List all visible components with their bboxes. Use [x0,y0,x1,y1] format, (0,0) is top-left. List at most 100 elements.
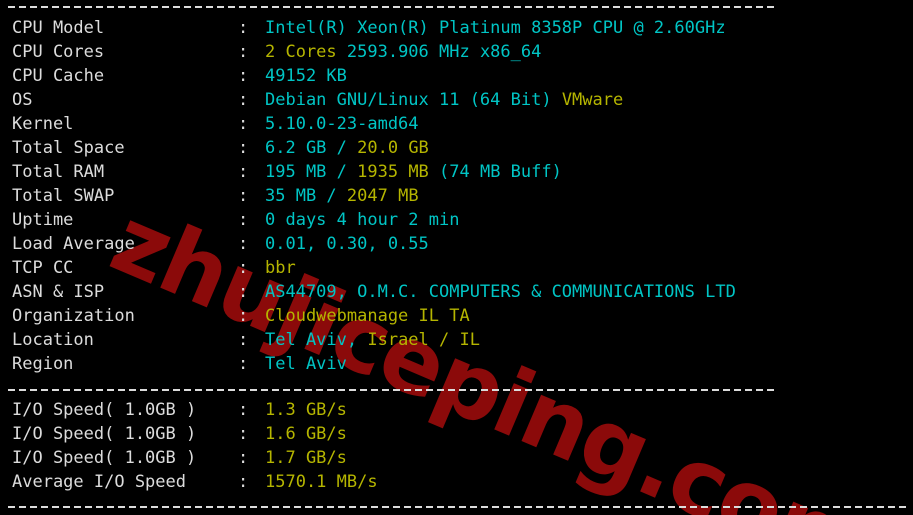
system-info-value-segment: 5.10.0-23-amd64 [265,114,419,134]
system-info-label: CPU Model [12,18,105,38]
system-info-value: Tel Aviv [265,352,347,376]
system-info-colon: : [238,234,249,254]
io-speed-row: I/O Speed( 1.0GB ):1.6 GB/s [0,422,913,446]
io-speed-value-segment: 1570.1 MB/s [265,472,378,492]
system-info-colon: : [238,90,249,110]
system-info-label: OS [12,90,33,110]
system-info-colon: : [238,186,249,206]
system-info-colon: : [238,114,249,134]
system-info-value-segment: Cloudwebmanage IL TA [265,306,470,326]
system-info-label: Load Average [12,234,135,254]
system-info-value: Tel Aviv, Israel / IL [265,328,480,352]
system-info-value-segment: bbr [265,258,296,278]
system-info-row: Total Space:6.2 GB / 20.0 GB [0,136,913,160]
system-info-value: 35 MB / 2047 MB [265,184,419,208]
system-info-row: Organization: Cloudwebmanage IL TA [0,304,913,328]
system-info-value-segment: 0 days 4 hour 2 min [265,210,460,230]
system-info-value-segment: 2047 MB [346,186,419,206]
system-info-colon: : [238,162,249,182]
system-info-value: 0.01, 0.30, 0.55 [265,232,429,256]
system-info-value-segment: VMware [561,90,624,110]
system-info-value: 0 days 4 hour 2 min [265,208,459,232]
system-info-value-segment: 2593.906 MHz x86_64 [346,42,542,62]
system-info-value-segment: 195 MB [265,162,337,182]
separator-middle-rule [8,389,776,391]
system-info-value-segment: / [326,186,347,206]
io-speed-row: I/O Speed( 1.0GB ):1.7 GB/s [0,446,913,470]
system-info-value-segment: 20.0 GB [357,138,429,158]
system-info-value-segment: Tel Aviv, [265,330,368,350]
separator-middle [8,389,776,391]
system-info-value-segment: Tel Aviv [265,354,347,374]
system-info-value: Cloudwebmanage IL TA [265,304,470,328]
system-info-value: Debian GNU/Linux 11 (64 Bit) VMware [265,88,623,112]
system-info-value-segment: 6.2 GB [265,138,337,158]
system-info-row: Total RAM:195 MB / 1935 MB (74 MB Buff) [0,160,913,184]
system-info-value: 2 Cores 2593.906 MHz x86_64 [265,40,541,64]
system-info-row: CPU Cache:49152 KB [0,64,913,88]
separator-top-rule [8,6,776,8]
system-info-list: CPU Model: Intel(R) Xeon(R) Platinum 8358… [0,16,913,376]
system-info-label: TCP CC [12,258,74,278]
io-speed-value: 1570.1 MB/s [265,470,378,494]
system-info-value: 195 MB / 1935 MB (74 MB Buff) [265,160,562,184]
io-speed-colon: : [238,472,249,492]
io-speed-value: 1.6 GB/s [265,422,347,446]
system-info-value-segment: AS44709, O.M.C. COMPUTERS & COMMUNICATIO… [265,282,736,302]
system-info-value: Intel(R) Xeon(R) Platinum 8358P CPU @ 2.… [265,16,726,40]
separator-top [8,6,776,8]
system-info-value: 49152 KB [265,64,347,88]
system-info-colon: : [238,138,249,158]
io-speed-value-segment: 1.6 GB/s [265,424,347,444]
system-info-row: Kernel:5.10.0-23-amd64 [0,112,913,136]
system-info-row: TCP CC: bbr [0,256,913,280]
system-info-value: 6.2 GB / 20.0 GB [265,136,429,160]
system-info-colon: : [238,42,249,62]
system-info-colon: : [238,258,249,278]
system-info-value-segment: 1935 MB [357,162,440,182]
system-info-row: Location: Tel Aviv, Israel / IL [0,328,913,352]
io-results-list: I/O Speed( 1.0GB ):1.3 GB/s I/O Speed( 1.… [0,398,913,494]
system-info-label: CPU Cache [12,66,105,86]
system-info-row: Total SWAP:35 MB / 2047 MB [0,184,913,208]
io-speed-colon: : [238,424,249,444]
system-info-row: ASN & ISP: AS44709, O.M.C. COMPUTERS & CO… [0,280,913,304]
io-speed-colon: : [238,448,249,468]
system-info-colon: : [238,18,249,38]
system-info-value-segment: 2 Cores [265,42,347,62]
system-info-label: Total RAM [12,162,105,182]
io-speed-label: I/O Speed( 1.0GB ) [12,400,197,420]
system-info-label: Location [12,330,94,350]
system-info-colon: : [238,66,249,86]
system-info-colon: : [238,330,249,350]
io-speed-value-segment: 1.3 GB/s [265,400,347,420]
io-speed-value: 1.7 GB/s [265,446,347,470]
io-speed-value: 1.3 GB/s [265,398,347,422]
system-info-label: CPU Cores [12,42,105,62]
system-info-value: 5.10.0-23-amd64 [265,112,419,136]
system-info-value-segment: Intel(R) Xeon(R) Platinum 8358P CPU @ 2.… [265,18,726,38]
system-info-row: Region: Tel Aviv [0,352,913,376]
system-info-value: AS44709, O.M.C. COMPUTERS & COMMUNICATIO… [265,280,736,304]
system-info-row: OS: Debian GNU/Linux 11 (64 Bit) VMware [0,88,913,112]
system-info-value-segment: (74 MB Buff) [439,162,562,182]
separator-bottom [8,506,908,508]
io-speed-colon: : [238,400,249,420]
io-speed-label: Average I/O Speed [12,472,186,492]
io-speed-value-segment: 1.7 GB/s [265,448,347,468]
io-speed-label: I/O Speed( 1.0GB ) [12,448,197,468]
system-info-value-segment: Israel / IL [367,330,480,350]
system-info-value-segment: 35 MB [265,186,327,206]
system-info-row: Uptime:0 days 4 hour 2 min [0,208,913,232]
system-info-label: Uptime [12,210,74,230]
system-info-value-segment: 49152 KB [265,66,347,86]
system-info-colon: : [238,306,249,326]
terminal-content: CPU Model: Intel(R) Xeon(R) Platinum 8358… [0,0,913,515]
system-info-row: CPU Model: Intel(R) Xeon(R) Platinum 8358… [0,16,913,40]
system-info-value-segment: Debian GNU/Linux 11 (64 Bit) [265,90,562,110]
system-info-label: Total Space [12,138,125,158]
system-info-row: CPU Cores:2 Cores 2593.906 MHz x86_64 [0,40,913,64]
io-speed-row: I/O Speed( 1.0GB ):1.3 GB/s [0,398,913,422]
io-speed-label: I/O Speed( 1.0GB ) [12,424,197,444]
system-info-value-segment: 0.01, 0.30, 0.55 [265,234,429,254]
